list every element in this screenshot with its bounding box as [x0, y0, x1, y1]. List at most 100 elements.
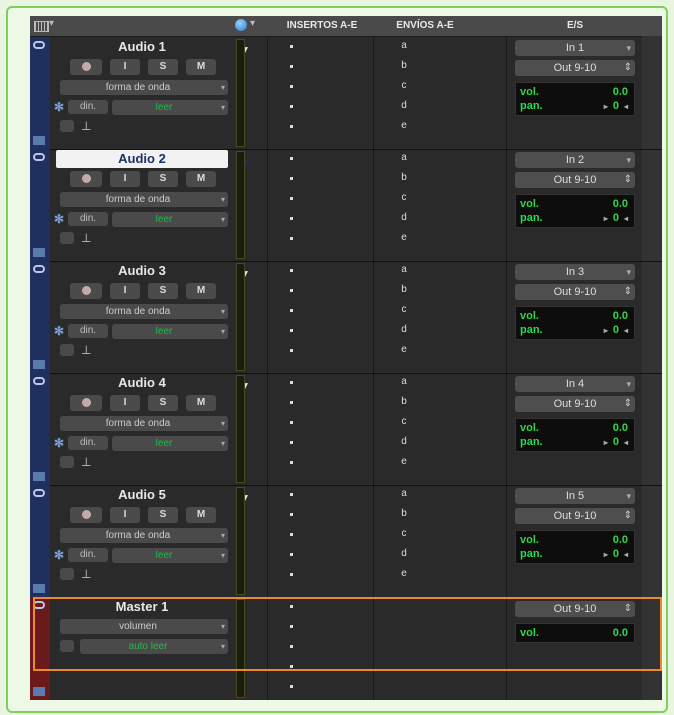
dynamic-button[interactable]: din.: [68, 324, 108, 338]
insert-slot[interactable]: [290, 217, 293, 220]
send-slot[interactable]: b: [398, 508, 410, 519]
pan-left-icon[interactable]: ▸: [604, 214, 608, 223]
insert-slot[interactable]: [290, 665, 293, 668]
input-select[interactable]: In 2 ▾: [515, 152, 635, 168]
record-button[interactable]: [70, 395, 102, 411]
track-name[interactable]: Audio 2▾: [56, 150, 248, 169]
view-select[interactable]: forma de onda ▾: [60, 528, 228, 543]
insert-slot[interactable]: [290, 513, 293, 516]
record-button[interactable]: [70, 171, 102, 187]
record-button[interactable]: [70, 507, 102, 523]
insert-slot[interactable]: [290, 289, 293, 292]
track-name[interactable]: Audio 1▾: [56, 38, 247, 57]
output-select[interactable]: Out 9-10 ⇕: [515, 508, 635, 524]
track-toggle-icon[interactable]: [33, 41, 45, 49]
input-select[interactable]: In 4 ▾: [515, 376, 635, 392]
pan-right-icon[interactable]: ◂: [624, 214, 628, 223]
insert-slot[interactable]: [290, 685, 293, 688]
automation-select[interactable]: leer ▾: [112, 212, 228, 227]
insert-slot[interactable]: [290, 461, 293, 464]
track-name[interactable]: Audio 4▾: [56, 374, 247, 393]
track-color-bar[interactable]: [30, 485, 50, 597]
automation-select[interactable]: leer ▾: [112, 324, 228, 339]
insert-slot[interactable]: [290, 349, 293, 352]
globe-icon[interactable]: [235, 19, 247, 31]
insert-slot[interactable]: [290, 441, 293, 444]
pan-left-icon[interactable]: ▸: [604, 438, 608, 447]
send-slot[interactable]: a: [398, 488, 410, 499]
pan-right-icon[interactable]: ◂: [624, 550, 628, 559]
record-button[interactable]: [70, 283, 102, 299]
volume-readout[interactable]: vol. 0.0: [515, 623, 635, 643]
insert-slot[interactable]: [290, 125, 293, 128]
solo-button[interactable]: S: [148, 171, 178, 187]
automation-select[interactable]: leer ▾: [112, 100, 228, 115]
chevron-down-icon[interactable]: ▾: [49, 18, 54, 29]
insert-slot[interactable]: [290, 605, 293, 608]
clock-icon[interactable]: [60, 232, 74, 244]
insert-slot[interactable]: [290, 533, 293, 536]
pan-icon[interactable]: ⊥: [81, 455, 91, 469]
insert-slot[interactable]: [290, 645, 293, 648]
automation-select[interactable]: auto leer ▾: [80, 639, 228, 654]
clock-icon[interactable]: [60, 640, 74, 652]
track-toggle-icon[interactable]: [33, 377, 45, 385]
input-select[interactable]: In 1 ▾: [515, 40, 635, 56]
dynamic-button[interactable]: din.: [68, 212, 108, 226]
send-slot[interactable]: b: [398, 172, 410, 183]
send-slot[interactable]: d: [398, 100, 410, 111]
record-button[interactable]: [70, 59, 102, 75]
send-slot[interactable]: d: [398, 212, 410, 223]
view-select[interactable]: forma de onda ▾: [60, 304, 228, 319]
clock-icon[interactable]: [60, 344, 74, 356]
send-slot[interactable]: d: [398, 324, 410, 335]
pan-right-icon[interactable]: ◂: [624, 102, 628, 111]
output-select[interactable]: Out 9-10 ⇕: [515, 396, 635, 412]
solo-button[interactable]: S: [148, 507, 178, 523]
mute-button[interactable]: M: [186, 395, 216, 411]
chevron-down-icon[interactable]: ▾: [250, 18, 255, 29]
send-slot[interactable]: e: [398, 456, 410, 467]
asterisk-icon[interactable]: ✻: [54, 212, 64, 226]
pan-left-icon[interactable]: ▸: [604, 326, 608, 335]
input-monitor-button[interactable]: I: [110, 59, 140, 75]
track-name[interactable]: Audio 3▾: [56, 262, 247, 281]
send-slot[interactable]: e: [398, 568, 410, 579]
insert-slot[interactable]: [290, 85, 293, 88]
volume-pan-readout[interactable]: vol. 0.0 pan. ▸ 0 ◂: [515, 82, 635, 116]
automation-select[interactable]: leer ▾: [112, 548, 228, 563]
mute-button[interactable]: M: [186, 283, 216, 299]
send-slot[interactable]: b: [398, 396, 410, 407]
track-toggle-icon[interactable]: [33, 153, 45, 161]
output-select[interactable]: Out 9-10 ⇕: [515, 601, 635, 617]
asterisk-icon[interactable]: ✻: [54, 436, 64, 450]
insert-slot[interactable]: [290, 401, 293, 404]
mute-button[interactable]: M: [186, 171, 216, 187]
send-slot[interactable]: b: [398, 60, 410, 71]
pan-right-icon[interactable]: ◂: [624, 438, 628, 447]
input-select[interactable]: In 5 ▾: [515, 488, 635, 504]
input-monitor-button[interactable]: I: [110, 171, 140, 187]
insert-slot[interactable]: [290, 177, 293, 180]
asterisk-icon[interactable]: ✻: [54, 100, 64, 114]
send-slot[interactable]: a: [398, 40, 410, 51]
clock-icon[interactable]: [60, 568, 74, 580]
insert-slot[interactable]: [290, 157, 293, 160]
asterisk-icon[interactable]: ✻: [54, 548, 64, 562]
output-select[interactable]: Out 9-10 ⇕: [515, 172, 635, 188]
send-slot[interactable]: a: [398, 376, 410, 387]
insert-slot[interactable]: [290, 625, 293, 628]
automation-select[interactable]: leer ▾: [112, 436, 228, 451]
solo-button[interactable]: S: [148, 395, 178, 411]
track-color-bar[interactable]: [30, 597, 50, 700]
output-select[interactable]: Out 9-10 ⇕: [515, 284, 635, 300]
insert-slot[interactable]: [290, 65, 293, 68]
insert-slot[interactable]: [290, 237, 293, 240]
pan-left-icon[interactable]: ▸: [604, 550, 608, 559]
dynamic-button[interactable]: din.: [68, 436, 108, 450]
pan-icon[interactable]: ⊥: [81, 231, 91, 245]
send-slot[interactable]: c: [398, 304, 410, 315]
send-slot[interactable]: d: [398, 548, 410, 559]
insert-slot[interactable]: [290, 45, 293, 48]
clock-icon[interactable]: [60, 456, 74, 468]
